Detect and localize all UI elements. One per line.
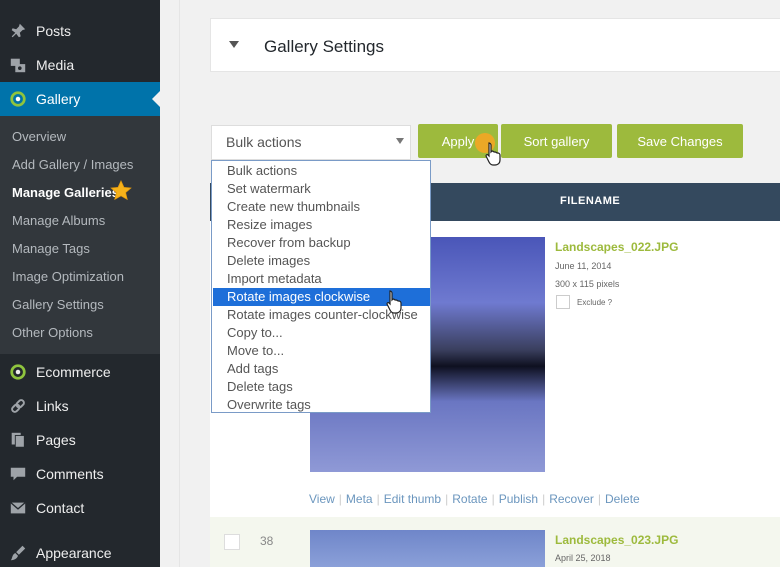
image-date: April 25, 2018 [555,553,611,563]
gallery-icon [0,90,36,108]
submenu-overview[interactable]: Overview [12,123,66,151]
sidebar-item-gallery[interactable]: Gallery [0,82,160,116]
sidebar-item-label: Appearance [36,545,112,561]
action-rotate[interactable]: Rotate [452,492,487,506]
option-bulk-actions[interactable]: Bulk actions [213,162,430,180]
column-header-filename[interactable]: FILENAME [560,195,620,207]
sort-label: Sort gallery [523,133,590,149]
row-id: 38 [260,534,274,548]
gallery-settings-panel[interactable]: Gallery Settings [210,18,780,72]
sidebar-item-label: Gallery [36,91,81,107]
admin-sidebar: Posts Media Gallery Overview Add Gallery… [0,0,160,567]
submenu-manage-galleries[interactable]: Manage Galleries [12,179,119,207]
ecommerce-icon [0,363,36,381]
exclude-checkbox[interactable] [556,295,570,309]
sidebar-item-links[interactable]: Links [0,389,160,423]
sidebar-item-contact[interactable]: Contact [0,491,160,525]
option-create-thumbnails[interactable]: Create new thumbnails [213,198,430,216]
mail-icon [0,499,36,517]
option-recover-backup[interactable]: Recover from backup [213,234,430,252]
bulk-actions-value: Bulk actions [226,134,302,150]
option-delete-tags[interactable]: Delete tags [213,378,430,396]
option-set-watermark[interactable]: Set watermark [213,180,430,198]
action-view[interactable]: View [309,492,335,506]
sidebar-item-label: Posts [36,23,72,39]
sidebar-item-ecommerce[interactable]: Ecommerce [0,355,160,389]
option-add-tags[interactable]: Add tags [213,360,430,378]
sidebar-item-label: Pages [36,432,76,448]
option-delete-images[interactable]: Delete images [213,252,430,270]
sidebar-item-posts[interactable]: Posts [0,14,160,48]
hand-cursor-icon [485,142,501,166]
content-gutter [160,0,180,567]
sort-gallery-button[interactable]: Sort gallery [501,124,612,158]
bulk-actions-dropdown: Bulk actions Set watermark Create new th… [211,160,431,413]
action-publish[interactable]: Publish [499,492,538,506]
submenu-other-options[interactable]: Other Options [12,319,93,347]
action-edit-thumb[interactable]: Edit thumb [384,492,441,506]
hand-cursor-icon [386,290,402,314]
brush-icon [0,544,36,562]
pages-icon [0,431,36,449]
sidebar-item-appearance[interactable]: Appearance [0,536,160,567]
sidebar-item-label: Comments [36,466,104,482]
sidebar-item-label: Links [36,398,69,414]
link-icon [0,397,36,415]
chevron-down-icon [396,138,404,144]
sidebar-item-pages[interactable]: Pages [0,423,160,457]
row-checkbox[interactable] [224,534,240,550]
star-icon [110,180,132,201]
submenu-add-gallery[interactable]: Add Gallery / Images [12,151,133,179]
action-recover[interactable]: Recover [549,492,594,506]
submenu-image-optimization[interactable]: Image Optimization [12,263,124,291]
table-header: FILENAME [210,183,780,221]
option-copy-to[interactable]: Copy to... [213,324,430,342]
exclude-label: Exclude ? [577,298,613,307]
sidebar-item-label: Media [36,57,75,73]
gallery-submenu: Overview Add Gallery / Images Manage Gal… [0,116,160,354]
media-icon [0,56,36,74]
apply-label: Apply [441,133,475,149]
save-label: Save Changes [637,133,723,149]
submenu-manage-albums[interactable]: Manage Albums [12,207,105,235]
thumbnail-image[interactable] [310,530,545,567]
pushpin-icon [0,22,36,40]
sidebar-item-label: Ecommerce [36,364,111,380]
row-actions: View | Meta | Edit thumb | Rotate | Publish | Reco… [309,492,640,506]
table-row: 38 Landscapes_023.JPG April 25, 2018 [210,517,780,567]
save-changes-button[interactable]: Save Changes [617,124,743,158]
sidebar-item-media[interactable]: Media [0,48,160,82]
option-move-to[interactable]: Move to... [213,342,430,360]
panel-title: Gallery Settings [264,37,384,56]
sidebar-item-label: Contact [36,500,85,516]
sidebar-item-comments[interactable]: Comments [0,457,160,491]
submenu-gallery-settings[interactable]: Gallery Settings [12,291,104,319]
bulk-actions-select[interactable]: Bulk actions [211,125,411,160]
collapse-triangle-icon[interactable] [229,41,239,48]
filename-link[interactable]: Landscapes_023.JPG [555,533,678,547]
option-overwrite-tags[interactable]: Overwrite tags [213,396,430,414]
image-date: June 11, 2014 [555,261,612,271]
filename-link[interactable]: Landscapes_022.JPG [555,240,678,254]
action-delete[interactable]: Delete [605,492,640,506]
option-resize-images[interactable]: Resize images [213,216,430,234]
submenu-manage-tags[interactable]: Manage Tags [12,235,90,263]
option-import-metadata[interactable]: Import metadata [213,270,430,288]
action-meta[interactable]: Meta [346,492,373,506]
comment-icon [0,465,36,483]
image-dimensions: 300 x 115 pixels [555,279,620,289]
